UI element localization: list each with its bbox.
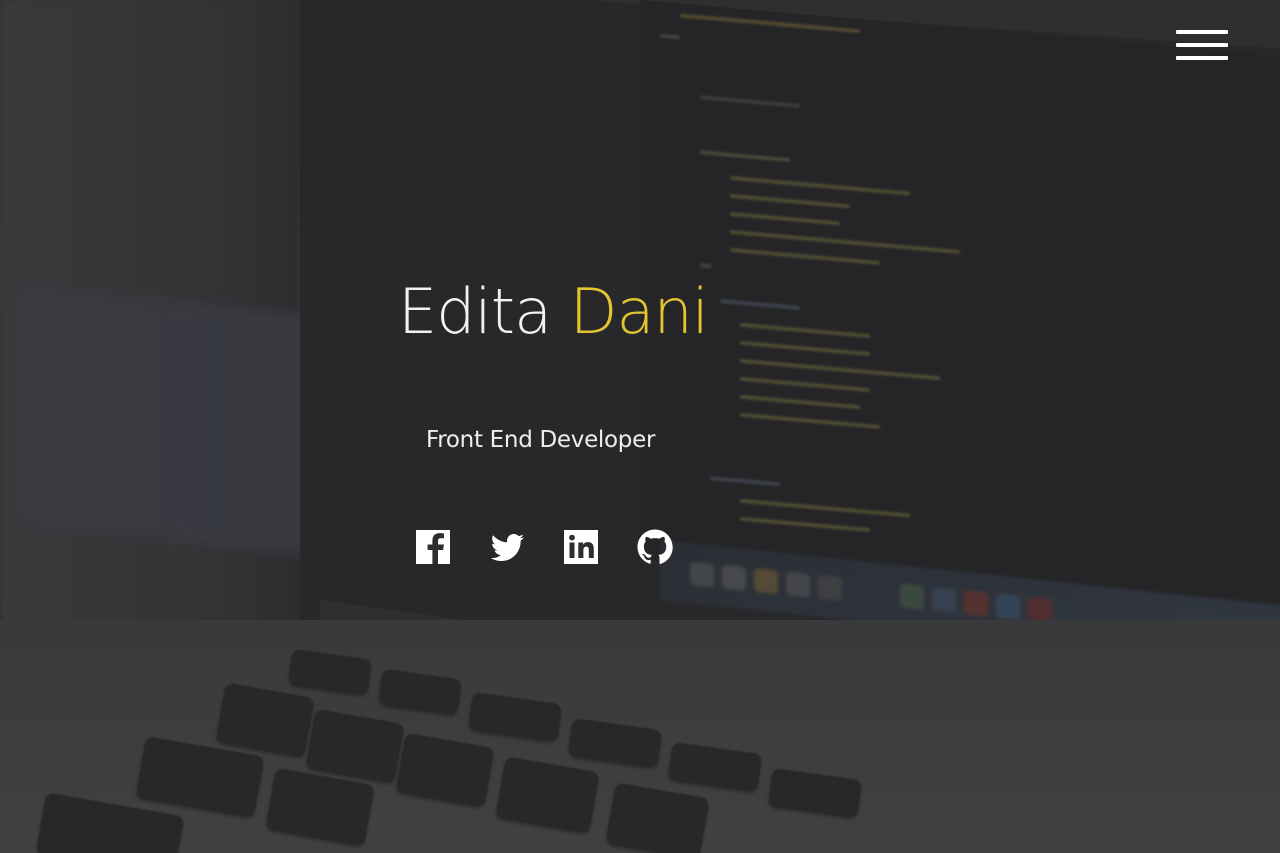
menu-bar-bottom (1176, 56, 1228, 60)
linkedin-link[interactable] (562, 528, 600, 566)
hero-subtitle: Front End Developer (426, 427, 656, 453)
hero-name-heading: Edita Dani (398, 275, 709, 348)
first-name: Edita (398, 275, 552, 348)
hamburger-menu-icon[interactable] (1176, 28, 1228, 64)
hero-section: Edita Dani Front End Developer (0, 0, 1280, 853)
github-link[interactable] (636, 528, 674, 566)
social-links (414, 528, 674, 566)
twitter-link[interactable] (488, 528, 526, 566)
github-icon (637, 529, 673, 564)
twitter-icon (490, 534, 524, 562)
menu-bar-top (1176, 30, 1228, 34)
facebook-icon (416, 530, 450, 564)
linkedin-icon (564, 530, 598, 564)
menu-bar-middle (1176, 43, 1228, 47)
facebook-link[interactable] (414, 528, 452, 566)
last-name: Dani (569, 275, 709, 348)
